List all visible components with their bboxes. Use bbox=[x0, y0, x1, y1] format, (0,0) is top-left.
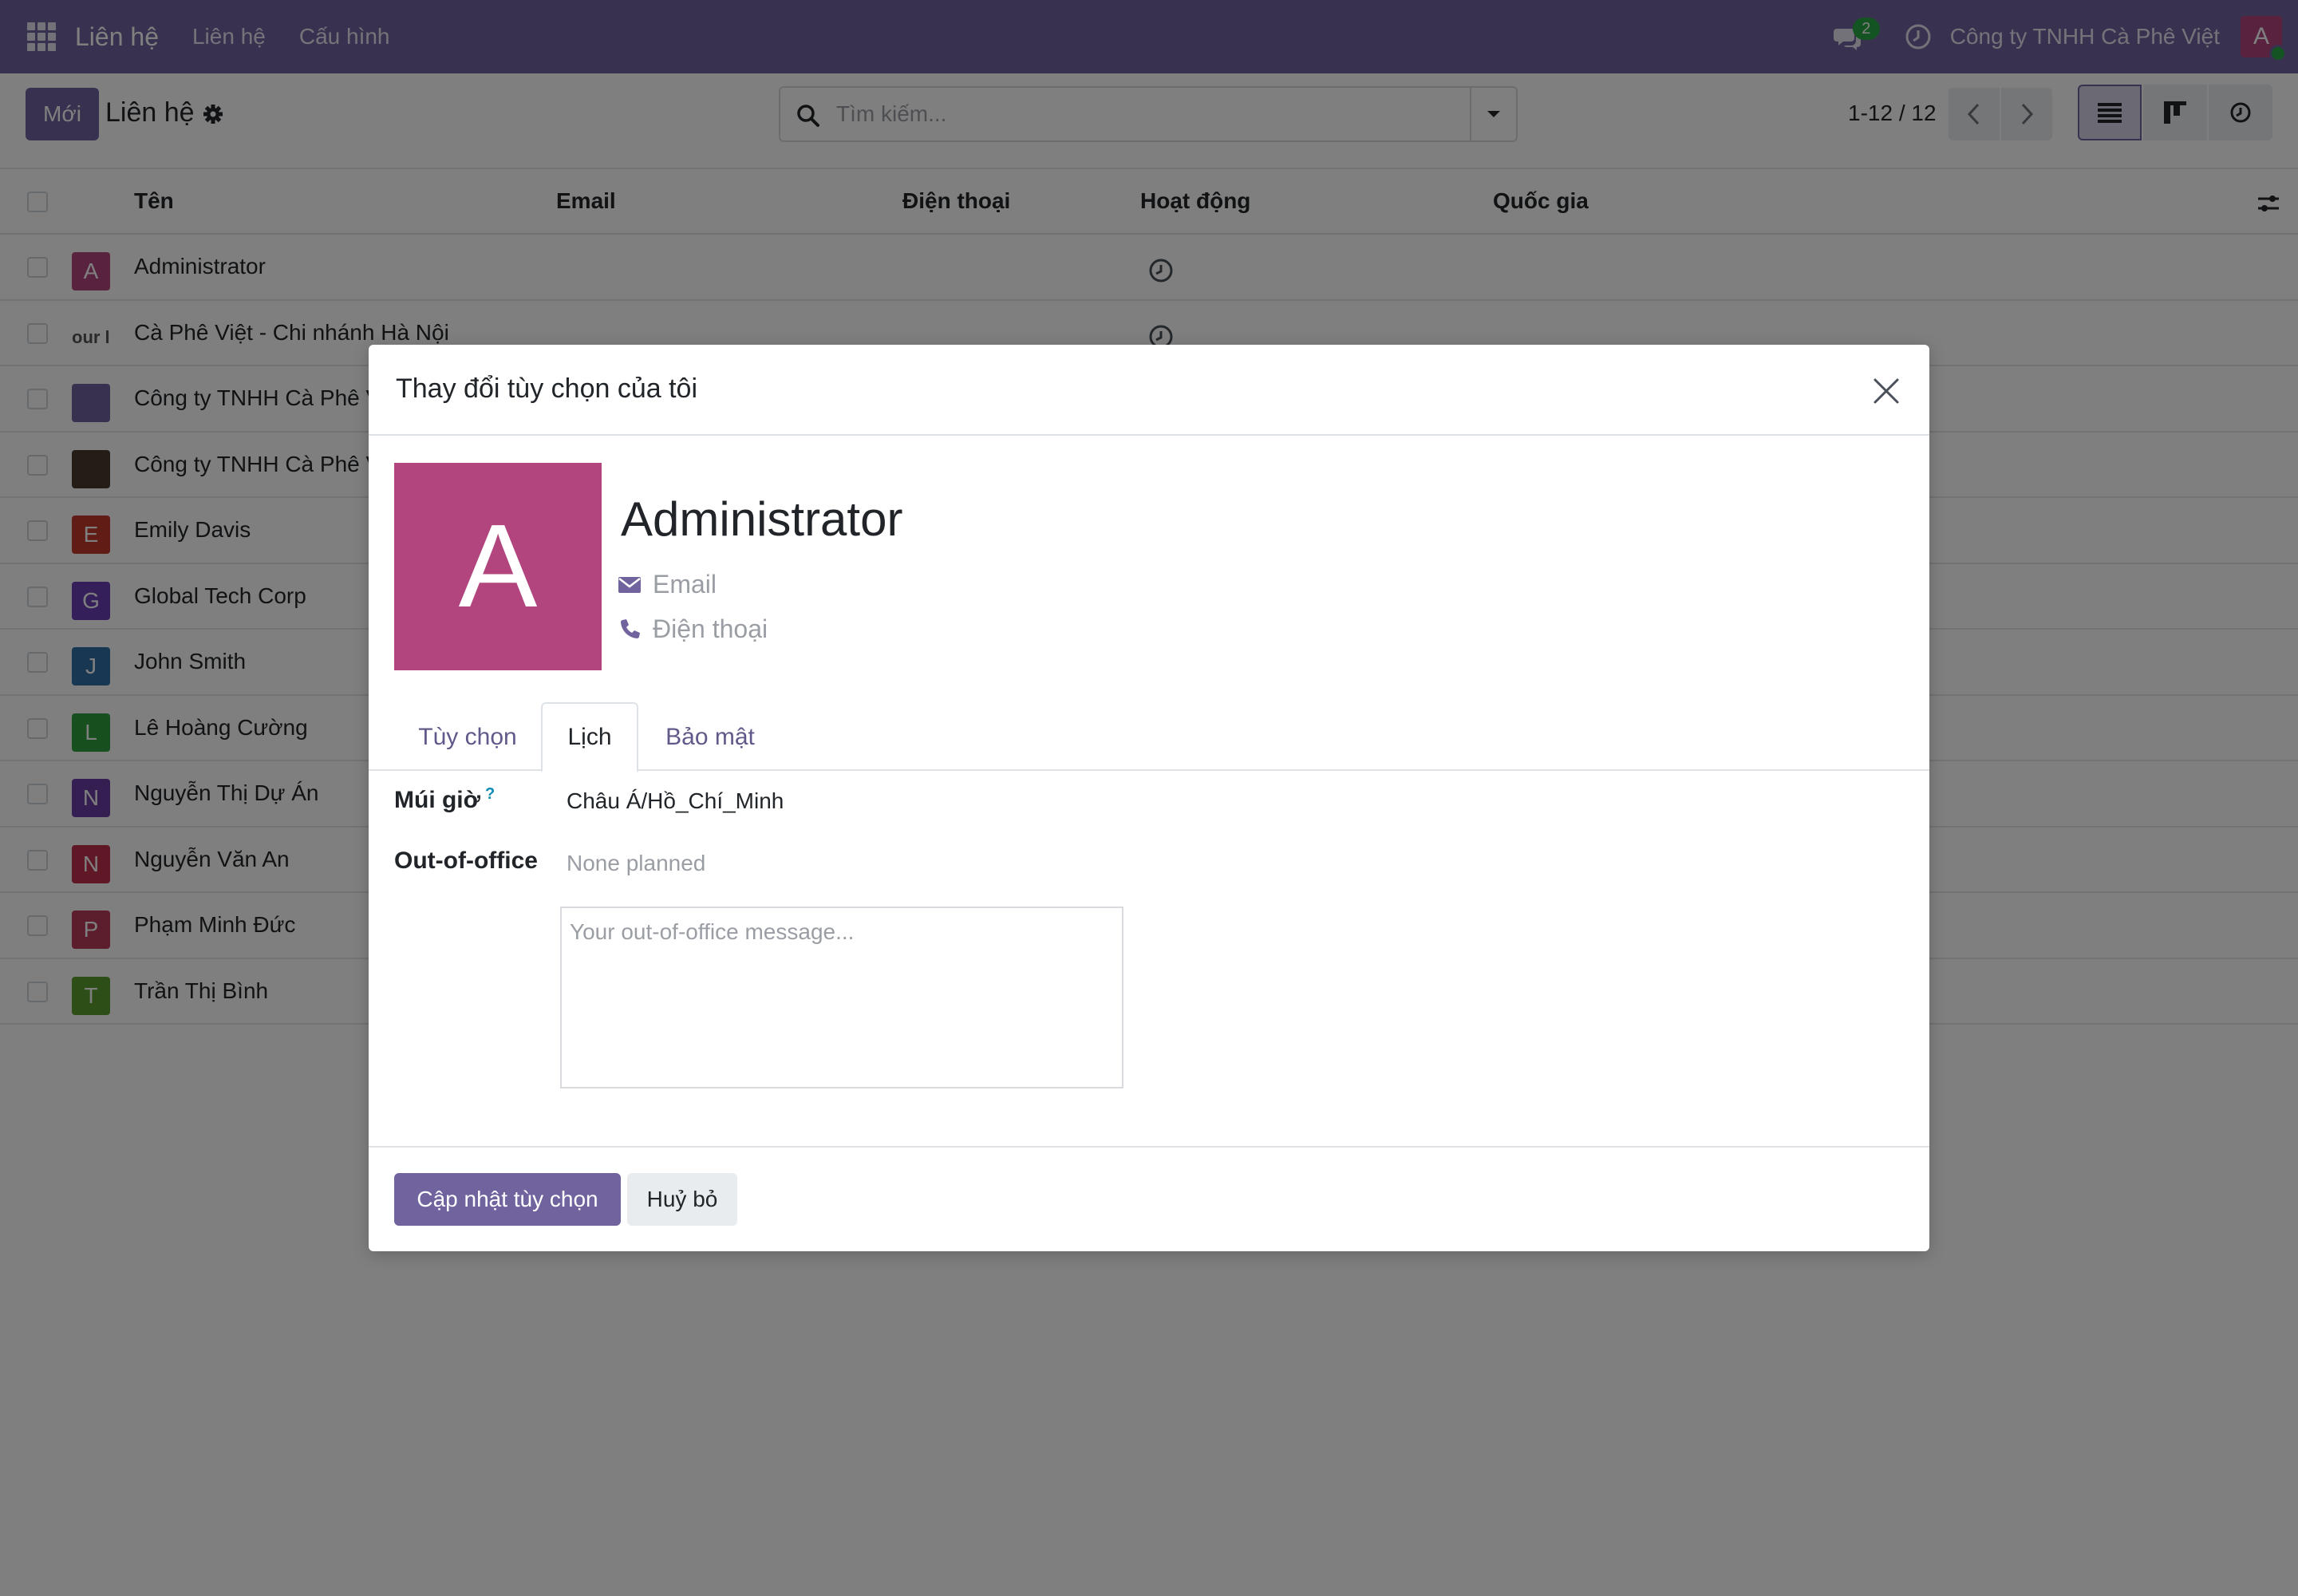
out-of-office-message-input[interactable] bbox=[560, 907, 1123, 1088]
phone-placeholder: Điện thoại bbox=[653, 614, 768, 643]
dialog-header: Thay đổi tùy chọn của tôi bbox=[369, 345, 1929, 436]
email-field[interactable]: Email bbox=[618, 570, 717, 599]
dialog-footer: Cập nhật tùy chọn Huỷ bỏ bbox=[369, 1146, 1929, 1251]
profile-name: Administrator bbox=[621, 492, 903, 546]
close-icon[interactable] bbox=[1872, 377, 1901, 405]
tab-security[interactable]: Bảo mật bbox=[640, 702, 780, 772]
tab-calendar[interactable]: Lịch bbox=[541, 702, 638, 772]
timezone-select[interactable]: Châu Á/Hồ_Chí_Minh bbox=[567, 788, 784, 814]
envelope-icon bbox=[618, 576, 641, 593]
timezone-label: Múi giờ? bbox=[394, 785, 495, 814]
dialog-tabs: Tùy chọn Lịch Bảo mật bbox=[369, 694, 1929, 772]
phone-field[interactable]: Điện thoại bbox=[618, 614, 768, 644]
email-placeholder: Email bbox=[653, 570, 717, 598]
cancel-button[interactable]: Huỷ bỏ bbox=[627, 1173, 737, 1226]
preferences-dialog: Thay đổi tùy chọn của tôi A Administrato… bbox=[369, 345, 1929, 1251]
update-preferences-button[interactable]: Cập nhật tùy chọn bbox=[394, 1173, 621, 1226]
phone-icon bbox=[620, 618, 640, 638]
dialog-title: Thay đổi tùy chọn của tôi bbox=[396, 373, 698, 404]
profile-avatar[interactable]: A bbox=[394, 463, 602, 670]
timezone-label-text: Múi giờ bbox=[394, 787, 480, 813]
out-of-office-label: Out-of-office bbox=[394, 847, 538, 874]
help-icon[interactable]: ? bbox=[485, 785, 495, 803]
tab-preferences[interactable]: Tùy chọn bbox=[397, 702, 538, 772]
out-of-office-status[interactable]: None planned bbox=[567, 851, 705, 876]
